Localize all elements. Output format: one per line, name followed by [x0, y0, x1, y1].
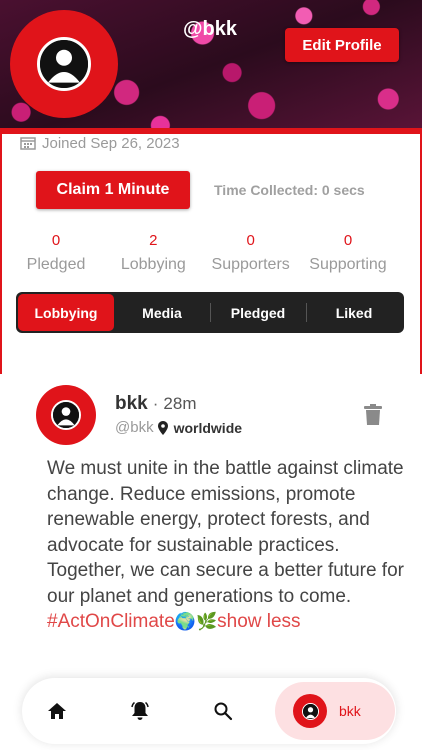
nav-notifications[interactable]	[115, 678, 165, 744]
post-meta: @bkk worldwide	[115, 419, 242, 436]
profile-avatar[interactable]	[10, 10, 118, 118]
joined-date-text: Joined Sep 26, 2023	[42, 134, 180, 152]
stat-label: Supporting	[309, 256, 387, 273]
stat-label: Pledged	[26, 256, 86, 273]
stat-value: 0	[343, 232, 353, 249]
post-time: 28m	[163, 394, 197, 413]
stat-supporters[interactable]: 0 Supporters	[205, 232, 297, 274]
edit-profile-button[interactable]: Edit Profile	[285, 28, 399, 62]
post-author-avatar[interactable]	[36, 385, 96, 445]
time-collected: Time Collected: 0 secs	[214, 182, 365, 198]
search-icon	[214, 702, 233, 721]
tab-media[interactable]: Media	[114, 294, 210, 331]
post-author-handle: @bkk	[115, 419, 154, 436]
stat-value: 2	[149, 232, 158, 249]
location-pin-icon	[157, 420, 168, 435]
post-header: bkk · 28m	[115, 393, 197, 415]
post-text: We must unite in the battle against clim…	[47, 458, 404, 607]
post-author-name[interactable]: bkk	[115, 393, 148, 415]
trash-icon[interactable]	[364, 404, 382, 425]
stat-pledged[interactable]: 0 Pledged	[10, 232, 102, 274]
nav-profile[interactable]: bkk	[275, 682, 395, 740]
nav-search[interactable]	[198, 678, 248, 744]
nav-home[interactable]	[32, 678, 82, 744]
stat-label: Supporters	[211, 256, 290, 273]
post-hashtag[interactable]: #ActOnClimate	[47, 611, 175, 632]
tab-lobbying[interactable]: Lobbying	[18, 294, 114, 331]
user-avatar-icon	[53, 402, 79, 428]
joined-date: Joined Sep 26, 2023	[20, 134, 180, 152]
profile-handle: @bkk	[183, 18, 237, 40]
stat-supporting[interactable]: 0 Supporting	[302, 232, 394, 274]
stat-value: 0	[51, 232, 61, 249]
user-avatar-icon	[40, 40, 88, 88]
claim-minute-button[interactable]: Claim 1 Minute	[36, 171, 190, 209]
tab-pledged[interactable]: Pledged	[210, 294, 306, 331]
post-location: worldwide	[173, 419, 243, 436]
post-content: We must unite in the battle against clim…	[47, 456, 407, 635]
bottom-navigation: bkk	[22, 678, 396, 744]
home-icon	[48, 703, 66, 719]
tab-liked[interactable]: Liked	[306, 294, 402, 331]
post-separator: ·	[152, 394, 159, 413]
profile-tabs: Lobbying Media Pledged Liked	[16, 292, 404, 333]
profile-stats: 0 Pledged 2 Lobbying 0 Supporters 0 Supp…	[10, 232, 394, 274]
nav-profile-label: bkk	[339, 703, 361, 719]
post-emojis: 🌍🌿	[174, 612, 218, 631]
stat-value: 0	[246, 232, 255, 249]
stat-lobbying[interactable]: 2 Lobbying	[107, 232, 199, 274]
bell-icon	[131, 701, 149, 720]
user-avatar-icon	[302, 703, 318, 719]
stat-label: Lobbying	[120, 256, 186, 273]
calendar-icon	[20, 137, 36, 150]
show-less-link[interactable]: show less	[217, 611, 300, 632]
nav-avatar	[293, 694, 327, 728]
